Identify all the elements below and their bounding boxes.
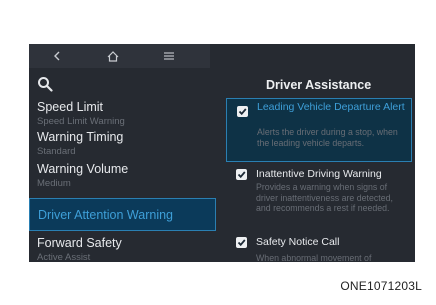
menu-item-forward-safety[interactable]: Forward Safety Active Assist xyxy=(29,234,216,262)
option-leading-vehicle-departure-alert[interactable]: Leading Vehicle Departure Alert Alerts t… xyxy=(226,98,412,162)
figure-caption: ONE1071203L xyxy=(340,279,422,293)
menu-button[interactable] xyxy=(141,44,197,68)
checkbox-checked[interactable] xyxy=(236,169,247,180)
menu-item-value: Active Assist xyxy=(37,252,91,262)
menu-item-warning-volume[interactable]: Warning Volume Medium xyxy=(29,160,216,192)
menu-item-driver-attention-warning[interactable]: Driver Attention Warning xyxy=(29,198,216,231)
menu-item-value: Medium xyxy=(37,178,71,189)
chevron-left-icon xyxy=(54,51,60,61)
menu-item-label: Warning Volume xyxy=(37,162,129,176)
option-description: When abnormal movement of xyxy=(256,253,372,262)
checkbox-checked[interactable] xyxy=(236,237,247,248)
menu-item-speed-limit[interactable]: Speed Limit Speed Limit Warning xyxy=(29,98,216,128)
menu-item-label: Forward Safety xyxy=(37,236,122,250)
top-navigation-bar xyxy=(29,44,210,68)
home-button[interactable] xyxy=(85,44,141,68)
menu-item-value: Speed Limit Warning xyxy=(37,116,125,127)
home-icon xyxy=(107,50,119,62)
menu-item-warning-timing[interactable]: Warning Timing Standard xyxy=(29,128,216,160)
option-label: Leading Vehicle Departure Alert xyxy=(257,101,405,113)
search-icon xyxy=(38,77,53,92)
menu-item-label: Driver Attention Warning xyxy=(38,208,174,222)
checkmark-icon xyxy=(237,171,246,179)
checkmark-icon xyxy=(238,108,247,116)
checkmark-icon xyxy=(237,239,246,247)
menu-item-label: Warning Timing xyxy=(37,130,124,144)
hamburger-menu-icon xyxy=(164,52,174,60)
menu-item-value: Standard xyxy=(37,146,76,157)
option-safety-notice-call[interactable]: Safety Notice Call When abnormal movemen… xyxy=(226,234,412,262)
back-button[interactable] xyxy=(29,44,85,68)
option-inattentive-driving-warning[interactable]: Inattentive Driving Warning Provides a w… xyxy=(226,166,412,232)
option-label: Safety Notice Call xyxy=(256,236,340,248)
option-description: Alerts the driver during a stop, when th… xyxy=(257,127,398,148)
option-label: Inattentive Driving Warning xyxy=(256,168,382,180)
panel-title: Driver Assistance xyxy=(266,78,372,92)
search-button[interactable] xyxy=(37,76,55,94)
menu-item-label: Speed Limit xyxy=(37,100,104,114)
checkbox-checked[interactable] xyxy=(237,106,248,117)
infotainment-screen: Speed Limit Speed Limit Warning Warning … xyxy=(29,44,415,262)
option-description: Provides a warning when signs of driver … xyxy=(256,182,393,213)
